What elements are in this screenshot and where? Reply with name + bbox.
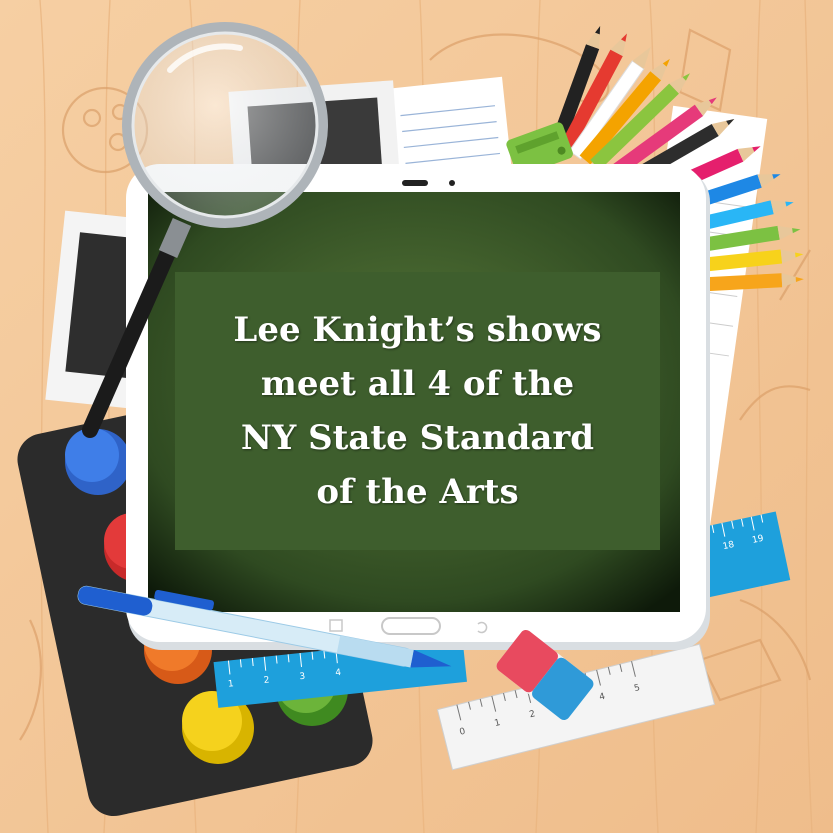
message-line-1: Lee Knight’s shows (233, 310, 602, 350)
message-line-2: meet all 4 of the (260, 364, 575, 404)
ruler-blue-number-2: 2 (263, 675, 270, 686)
message-line-4: of the Arts (316, 472, 519, 512)
message-line-3: NY State Standard (240, 418, 595, 458)
message-text: Lee Knight’s shows meet all 4 of the NY … (175, 272, 660, 550)
ruler-blue-number-3: 3 (299, 672, 306, 683)
scene: 18 19 0 1 2 3 4 5 (0, 0, 833, 833)
ruler-blue-number-1: 1 (227, 679, 234, 690)
